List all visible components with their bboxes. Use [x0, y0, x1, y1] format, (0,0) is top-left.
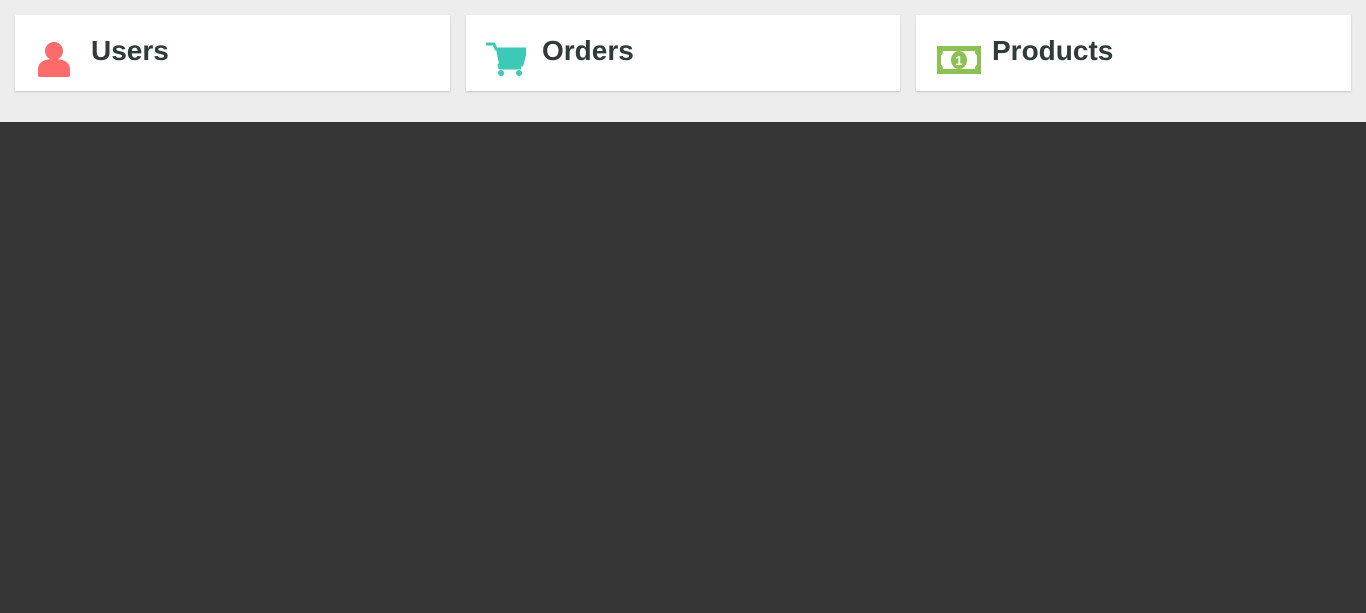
users-card-label: Users	[91, 35, 169, 66]
products-card[interactable]: 1 Products	[916, 15, 1351, 91]
orders-card-label: Orders	[542, 35, 634, 66]
dashboard-header-area: Users Orders 1 Products	[0, 0, 1366, 122]
orders-card[interactable]: Orders	[466, 15, 900, 91]
user-icon	[35, 41, 75, 77]
money-bill-icon: 1	[936, 41, 981, 77]
products-card-label: Products	[992, 35, 1114, 66]
shopping-cart-icon	[486, 41, 528, 77]
main-content-area	[0, 122, 1366, 613]
users-card[interactable]: Users	[15, 15, 450, 91]
svg-text:1: 1	[955, 53, 962, 68]
